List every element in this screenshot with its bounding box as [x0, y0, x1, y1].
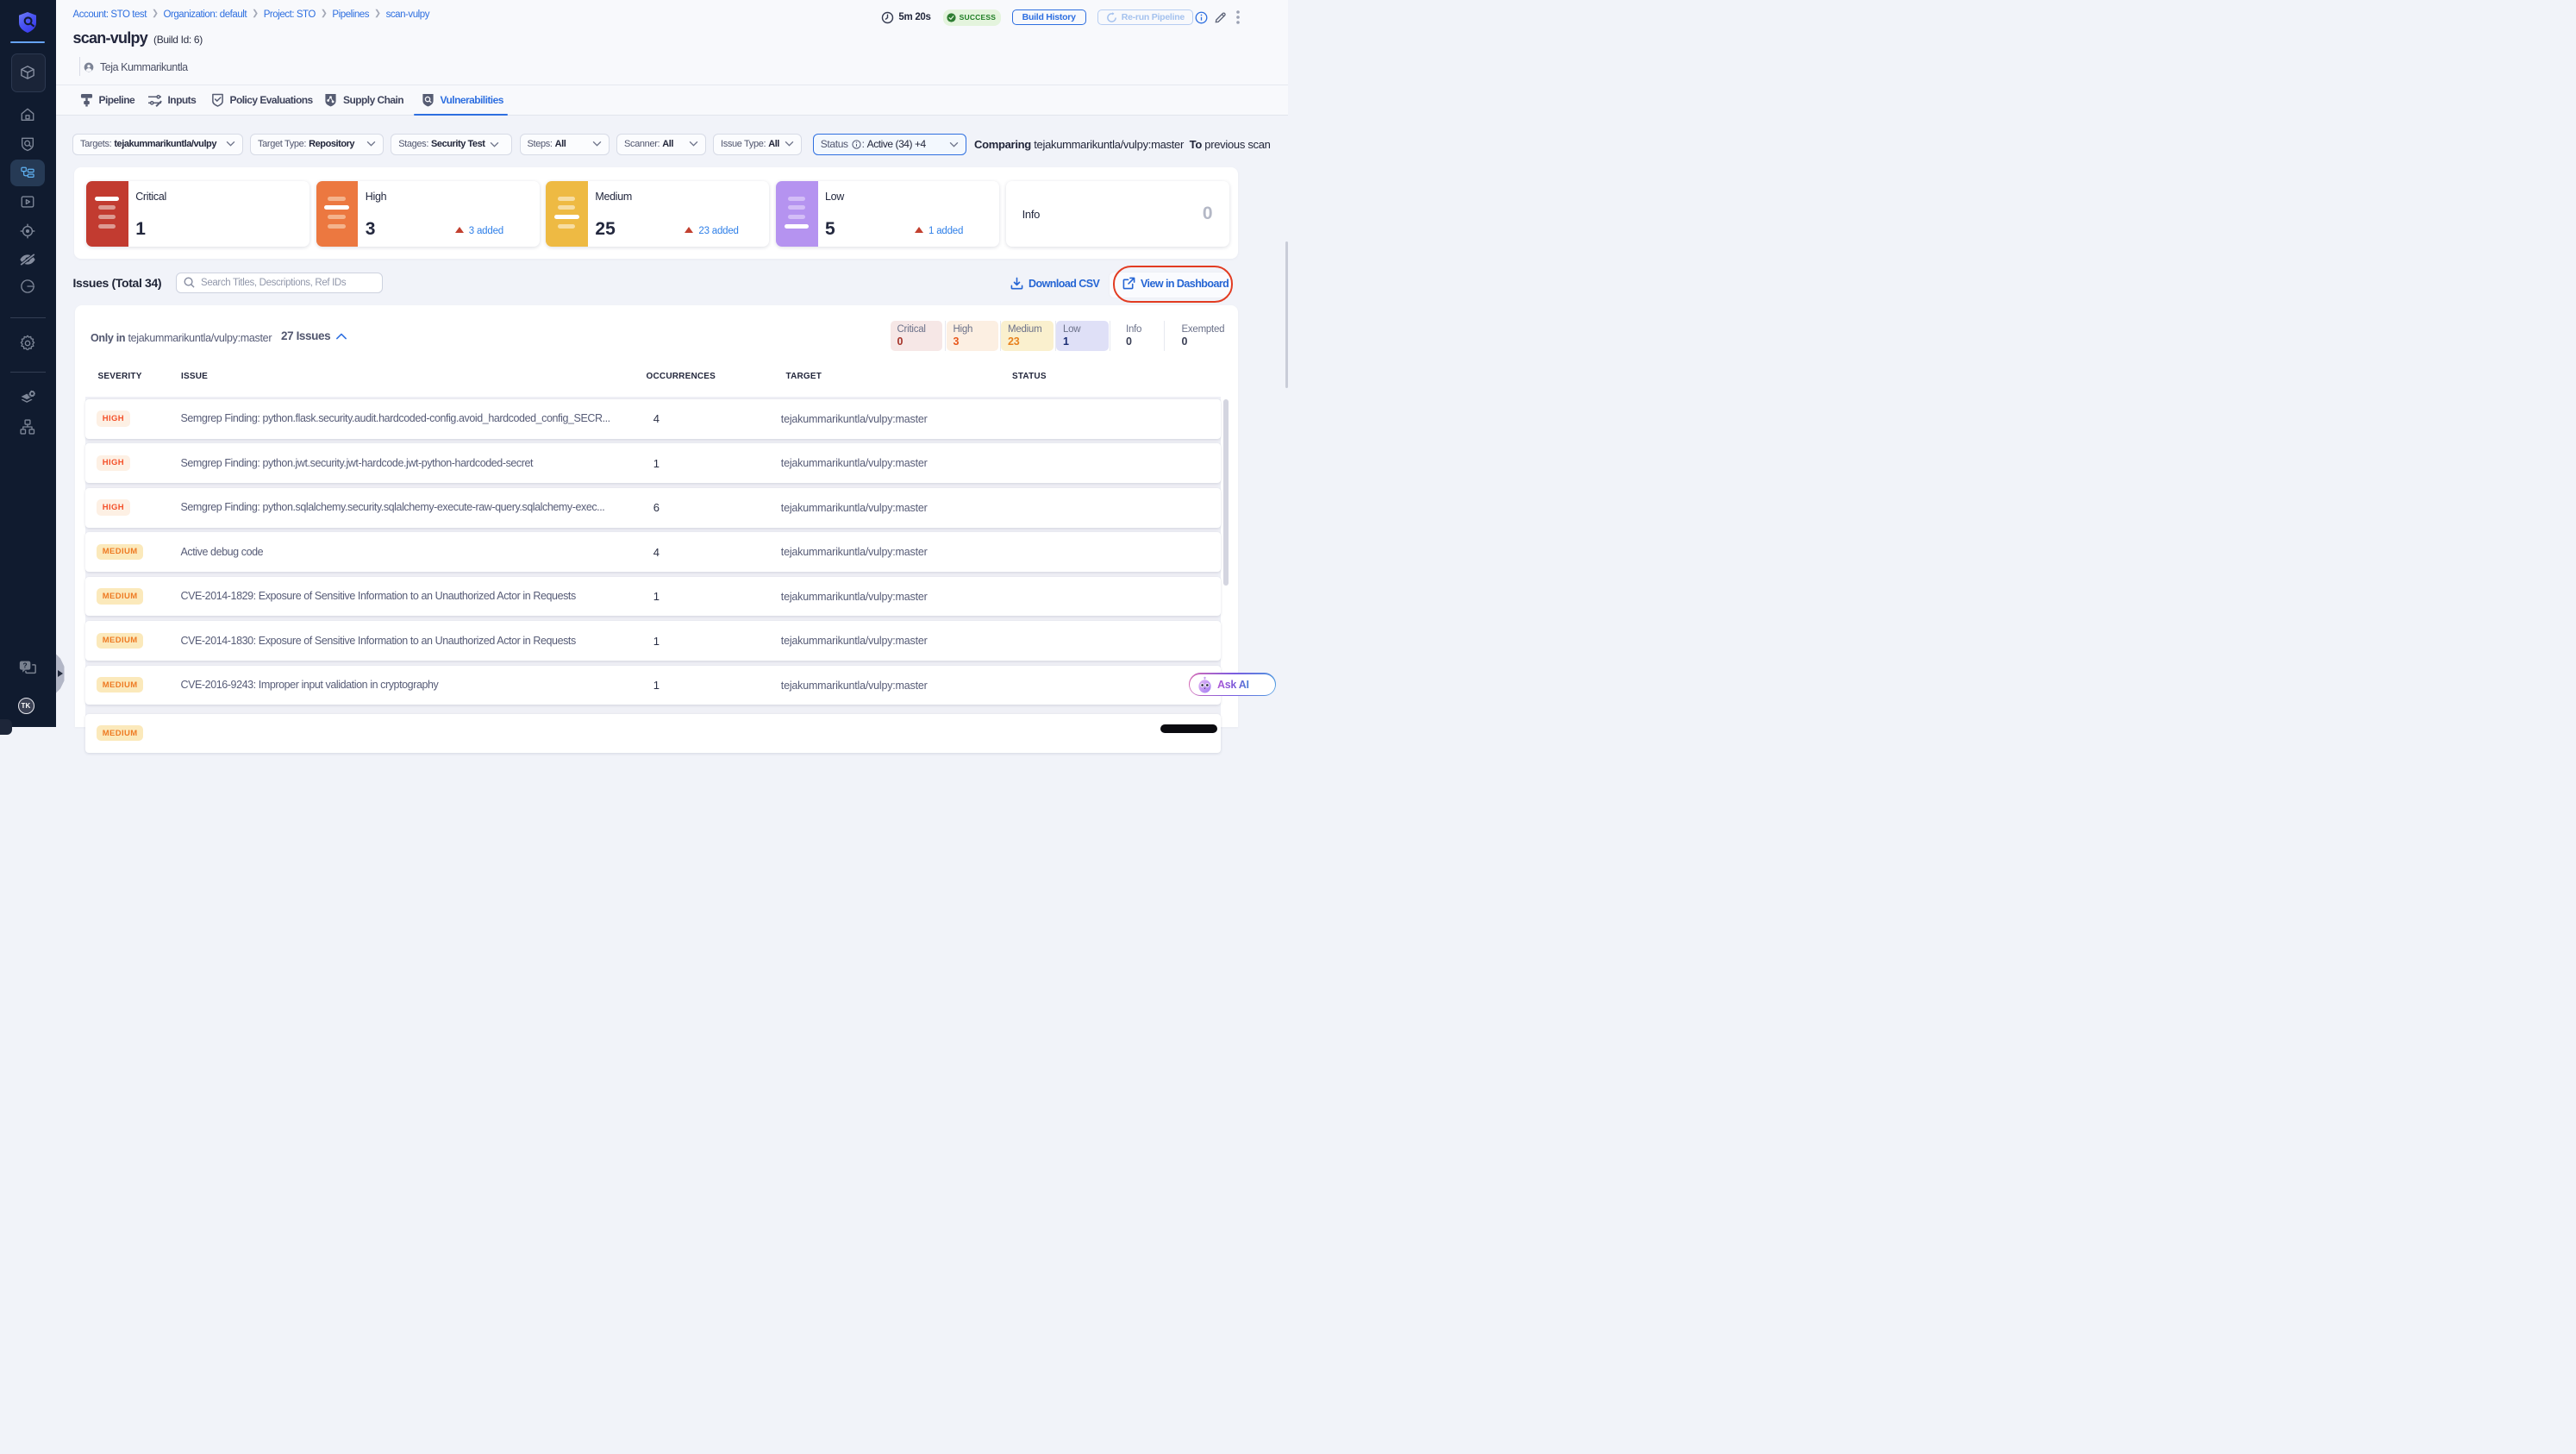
svg-text:?: ? — [23, 661, 28, 670]
